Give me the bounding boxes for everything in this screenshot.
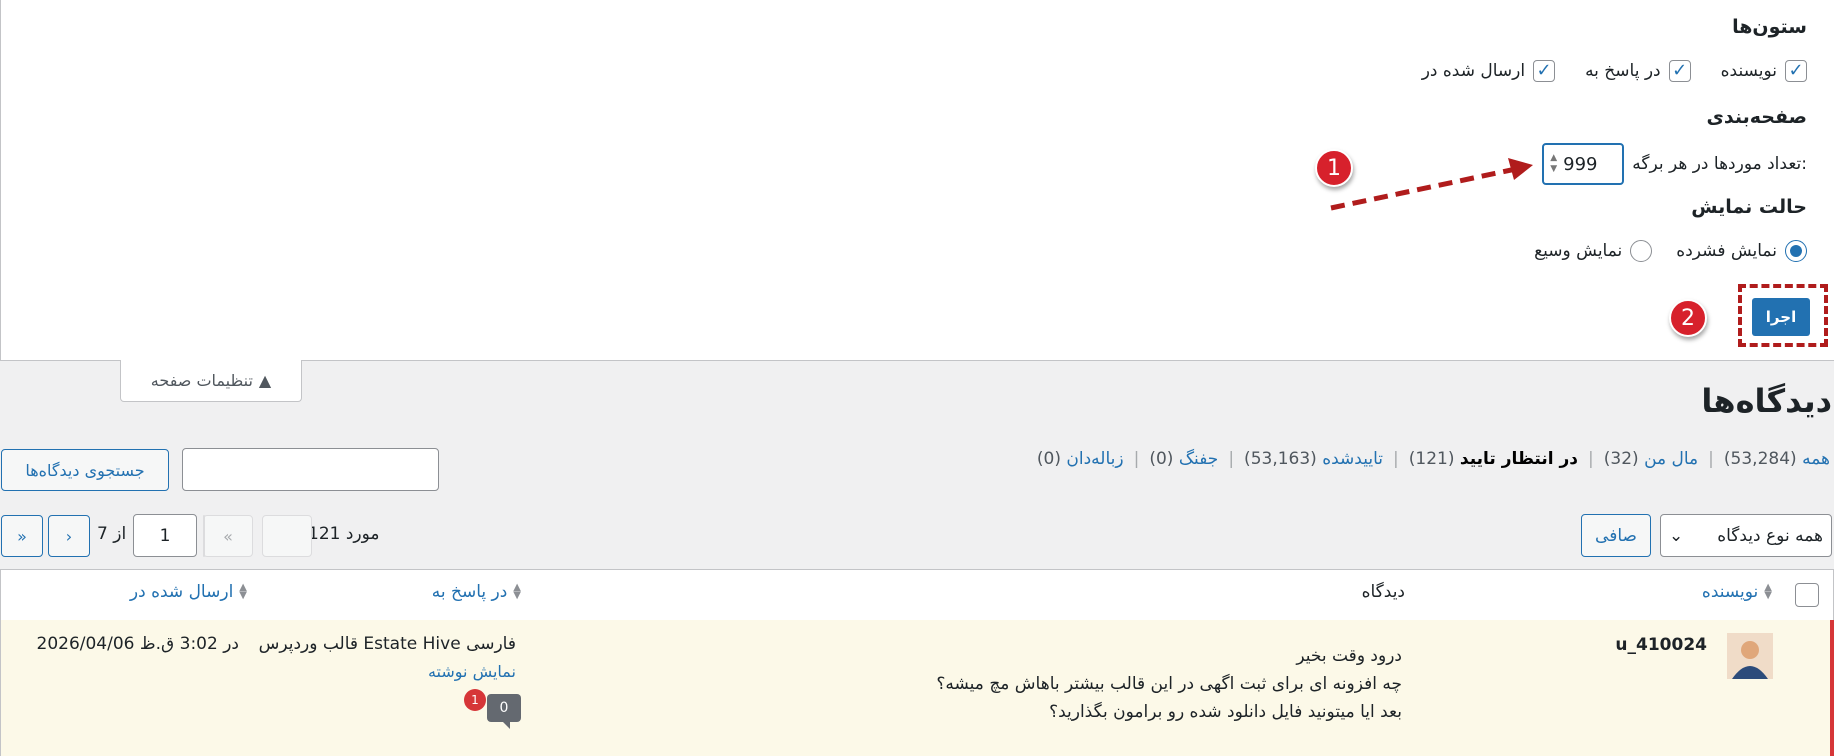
checkbox-icon[interactable]: ✓: [1785, 60, 1807, 82]
annotation-badge-2: 2: [1669, 299, 1707, 337]
column-date-toggle[interactable]: ✓ ارسال شده در: [1422, 60, 1556, 82]
column-author-header[interactable]: نویسنده ▲ ▼: [1702, 582, 1772, 602]
column-author-toggle[interactable]: ✓ نویسنده: [1721, 60, 1807, 82]
avatar: [1727, 633, 1773, 679]
view-mode-title: حالت نمایش: [1691, 196, 1807, 218]
per-page-label: تعداد موردها در هر برگه:: [1632, 154, 1807, 174]
table-header: نویسنده ▲ ▼ دیدگاه در پاسخ به ▲ ▼ ارسال شد…: [0, 569, 1834, 621]
annotation-badge-1: 1: [1315, 149, 1353, 187]
comment-count-bubble[interactable]: 0: [487, 694, 521, 729]
avatar-icon: [1727, 633, 1773, 679]
screen-options-toggle[interactable]: تنظیمات صفحه ▲: [120, 360, 302, 402]
pager-total: از 7: [97, 524, 127, 544]
expanded-view-radio[interactable]: نمایش وسیع: [1534, 240, 1653, 262]
filter-mine[interactable]: مال من (32): [1604, 449, 1698, 469]
table-row: u_410024 درود وقت بخیر چه افزونه ای برای…: [0, 620, 1834, 756]
checkbox-icon[interactable]: ✓: [1533, 60, 1556, 82]
status-filter-links: همه (53,284) | مال من (32) | در انتظار ت…: [1036, 449, 1830, 469]
pager-first-disabled: [262, 515, 312, 557]
pager-next-button[interactable]: ›: [48, 515, 90, 557]
column-comment-header: دیدگاه: [1361, 582, 1405, 602]
radio-icon[interactable]: [1630, 240, 1653, 262]
spinner-arrows-icon[interactable]: ▲ ▼: [1550, 153, 1557, 175]
compact-view-radio[interactable]: نمایش فشرده: [1676, 240, 1807, 262]
items-count: 121 مورد: [308, 524, 380, 544]
column-date-header[interactable]: ارسال شده در ▲ ▼: [130, 582, 247, 602]
sort-icon: ▲ ▼: [1764, 582, 1772, 601]
select-all-checkbox[interactable]: [1795, 583, 1819, 607]
per-page-input[interactable]: ▲ ▼ 999: [1542, 143, 1625, 185]
filter-trash[interactable]: زباله‌دان (0): [1037, 449, 1124, 469]
column-response-header[interactable]: در پاسخ به ▲ ▼: [432, 582, 521, 602]
pagination-title: صفحه‌بندی: [1706, 106, 1807, 128]
pending-count-badge: 1: [464, 689, 486, 711]
columns-title: ستون‌ها: [1732, 16, 1807, 38]
radio-selected-icon[interactable]: [1785, 240, 1807, 262]
per-page-row: تعداد موردها در هر برگه: ▲ ▼ 999: [1542, 143, 1807, 185]
columns-checkboxes: ✓ نویسنده ✓ در پاسخ به ✓ ارسال شده در: [1392, 60, 1807, 82]
view-post-link[interactable]: نمایش نوشته: [428, 662, 516, 681]
comment-author[interactable]: u_410024: [1615, 635, 1707, 655]
screen-options-panel: ستون‌ها ✓ نویسنده ✓ در پاسخ به ✓ ارسال ش…: [0, 0, 1834, 361]
apply-highlight-box: اجرا: [1738, 284, 1828, 347]
filter-button[interactable]: صافی: [1581, 514, 1651, 557]
search-input[interactable]: [182, 448, 439, 491]
annotation-arrow-icon: [1330, 158, 1533, 211]
column-response-toggle[interactable]: ✓ در پاسخ به: [1585, 60, 1691, 82]
pager-current-input[interactable]: 1: [133, 514, 197, 557]
view-mode-radios: نمایش فشرده نمایش وسیع: [1510, 240, 1807, 262]
response-post-title: قالب وردپرس Estate Hive فارسی: [258, 634, 516, 654]
sort-icon: ▲ ▼: [513, 582, 521, 601]
submitted-date[interactable]: 2026/04/06 در 3:02 ق.ظ: [37, 634, 240, 654]
filter-approved[interactable]: تاییدشده (53,163): [1244, 449, 1383, 469]
pager-last-button[interactable]: »: [1, 515, 43, 557]
chevron-down-icon: ⌄: [1669, 525, 1684, 546]
apply-button[interactable]: اجرا: [1752, 298, 1810, 336]
comment-body: درود وقت بخیر چه افزونه ای برای ثبت اگهی…: [936, 646, 1402, 722]
search-comments-button[interactable]: جستجوی دیدگاه‌ها: [1, 449, 169, 491]
checkbox-icon[interactable]: ✓: [1668, 60, 1691, 82]
filter-all[interactable]: همه (53,284): [1724, 449, 1830, 469]
sort-icon: ▲ ▼: [239, 582, 247, 601]
filter-spam[interactable]: جفنگ (0): [1149, 449, 1218, 469]
filter-pending[interactable]: در انتظار تایید (121): [1409, 449, 1578, 469]
pager-first-button[interactable]: «: [203, 515, 253, 557]
caret-up-icon: ▲: [258, 371, 272, 390]
page-title: دیدگاه‌ها: [1701, 382, 1832, 420]
comment-type-select[interactable]: ⌄ همه نوع دیدگاه: [1660, 514, 1832, 557]
